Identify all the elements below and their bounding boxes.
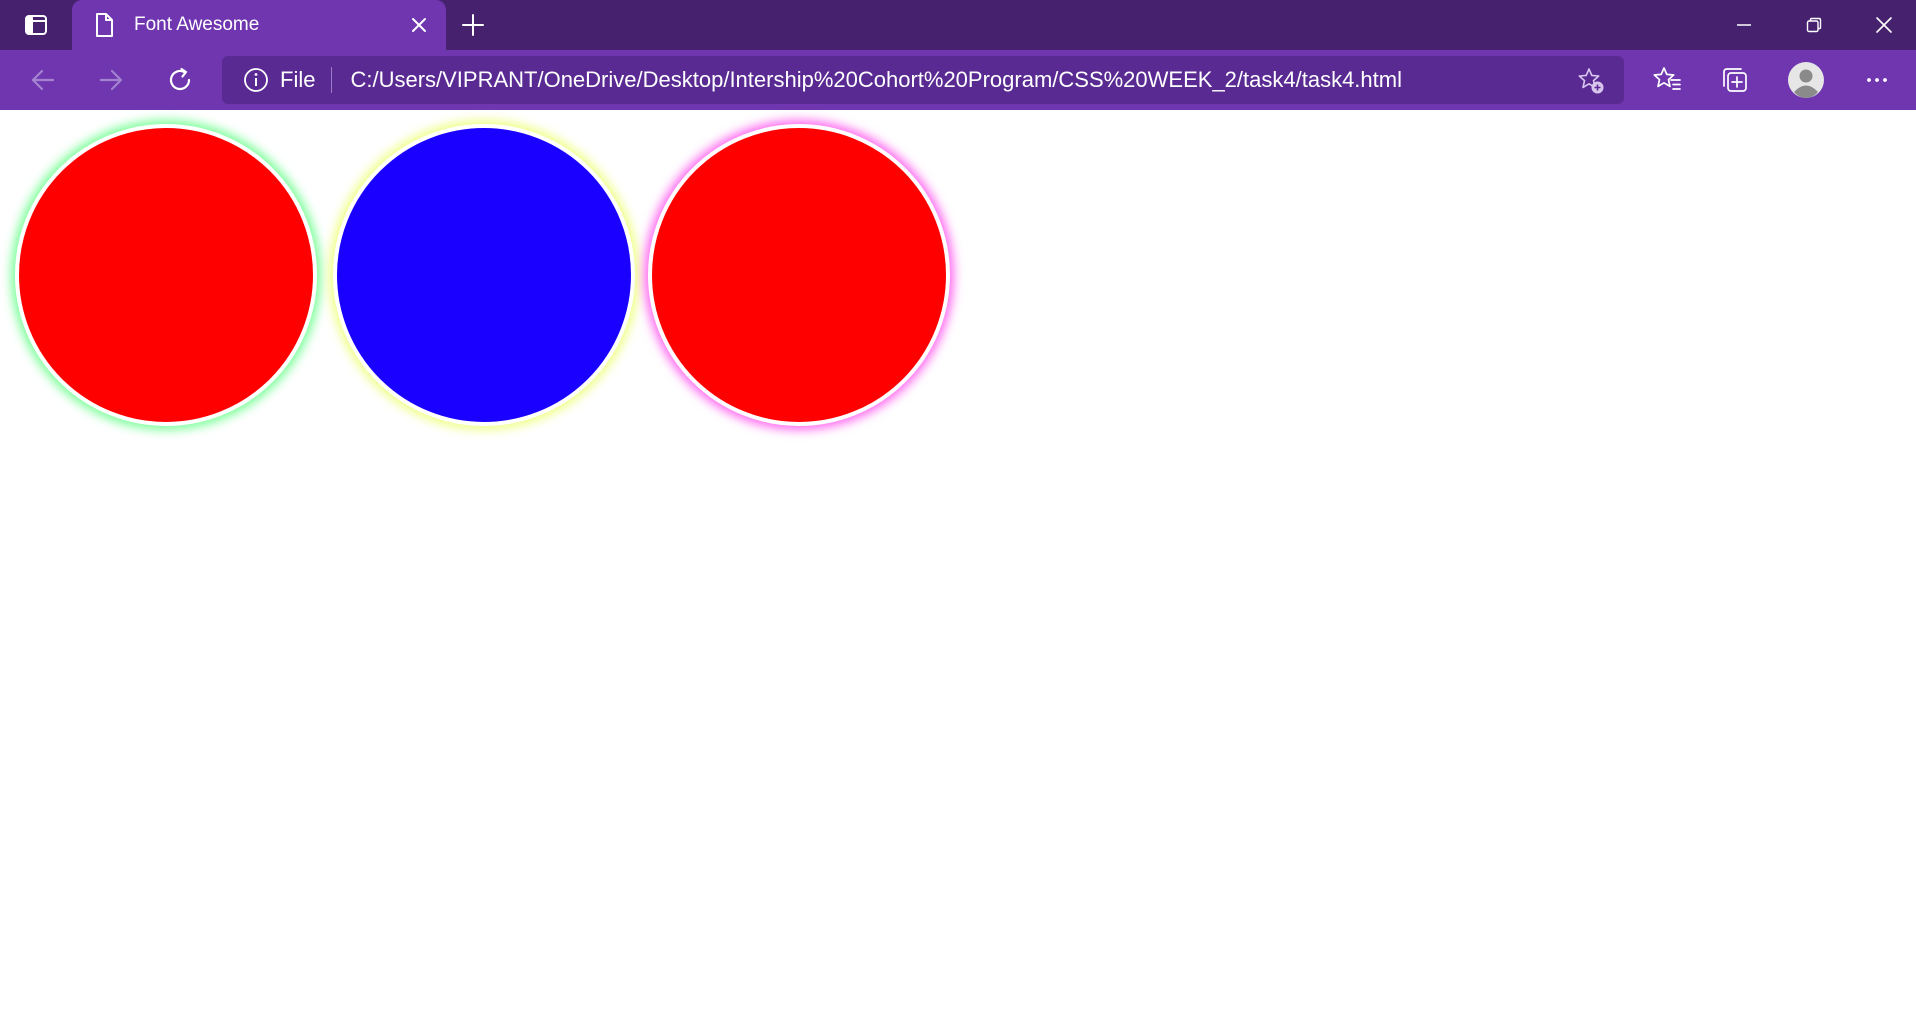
close-window-button[interactable] [1849, 0, 1916, 50]
restore-button[interactable] [1779, 0, 1849, 50]
collections-button[interactable] [1714, 60, 1756, 100]
back-button[interactable] [23, 60, 63, 100]
address-separator [331, 67, 333, 93]
circle-blue-yellow-glow [333, 124, 635, 426]
tab-actions-button[interactable] [0, 0, 72, 50]
collections-icon [1723, 68, 1747, 92]
profile-button[interactable] [1785, 60, 1827, 100]
circle-red-pink-glow [648, 124, 950, 426]
reload-button[interactable] [160, 60, 200, 100]
page-viewport [0, 110, 1916, 1028]
minimize-icon [1737, 24, 1751, 26]
favorites-icon [1653, 67, 1681, 90]
url-text[interactable]: C:/Users/VIPRANT/OneDrive/Desktop/Inters… [350, 67, 1402, 93]
plus-icon [462, 14, 484, 36]
active-tab[interactable]: Font Awesome [72, 0, 446, 50]
document-icon [92, 11, 116, 39]
arrow-left-icon [31, 69, 55, 91]
star-plus-icon [1578, 68, 1604, 94]
more-button[interactable] [1856, 60, 1898, 100]
more-icon [1867, 78, 1887, 82]
info-icon[interactable] [242, 66, 270, 94]
url-scheme-label: File [280, 67, 316, 92]
new-tab-button[interactable] [456, 8, 490, 42]
minimize-button[interactable] [1709, 0, 1779, 50]
arrow-right-icon [99, 69, 123, 91]
close-icon [412, 18, 426, 32]
close-icon [1876, 17, 1892, 33]
restore-icon [1806, 17, 1822, 33]
forward-button[interactable] [91, 60, 131, 100]
browser-toolbar: File C:/Users/VIPRANT/OneDrive/Desktop/I… [0, 50, 1916, 110]
tab-actions-icon [25, 15, 47, 35]
add-favorite-button[interactable] [1576, 66, 1606, 96]
title-bar: Font Awesome [0, 0, 1916, 50]
address-bar[interactable]: File C:/Users/VIPRANT/OneDrive/Desktop/I… [222, 56, 1624, 104]
reload-icon [169, 67, 191, 91]
circle-red-green-glow [15, 124, 317, 426]
tab-title: Font Awesome [134, 14, 260, 35]
favorites-button[interactable] [1646, 60, 1688, 100]
profile-icon [1788, 62, 1824, 98]
close-tab-button[interactable] [406, 12, 432, 38]
